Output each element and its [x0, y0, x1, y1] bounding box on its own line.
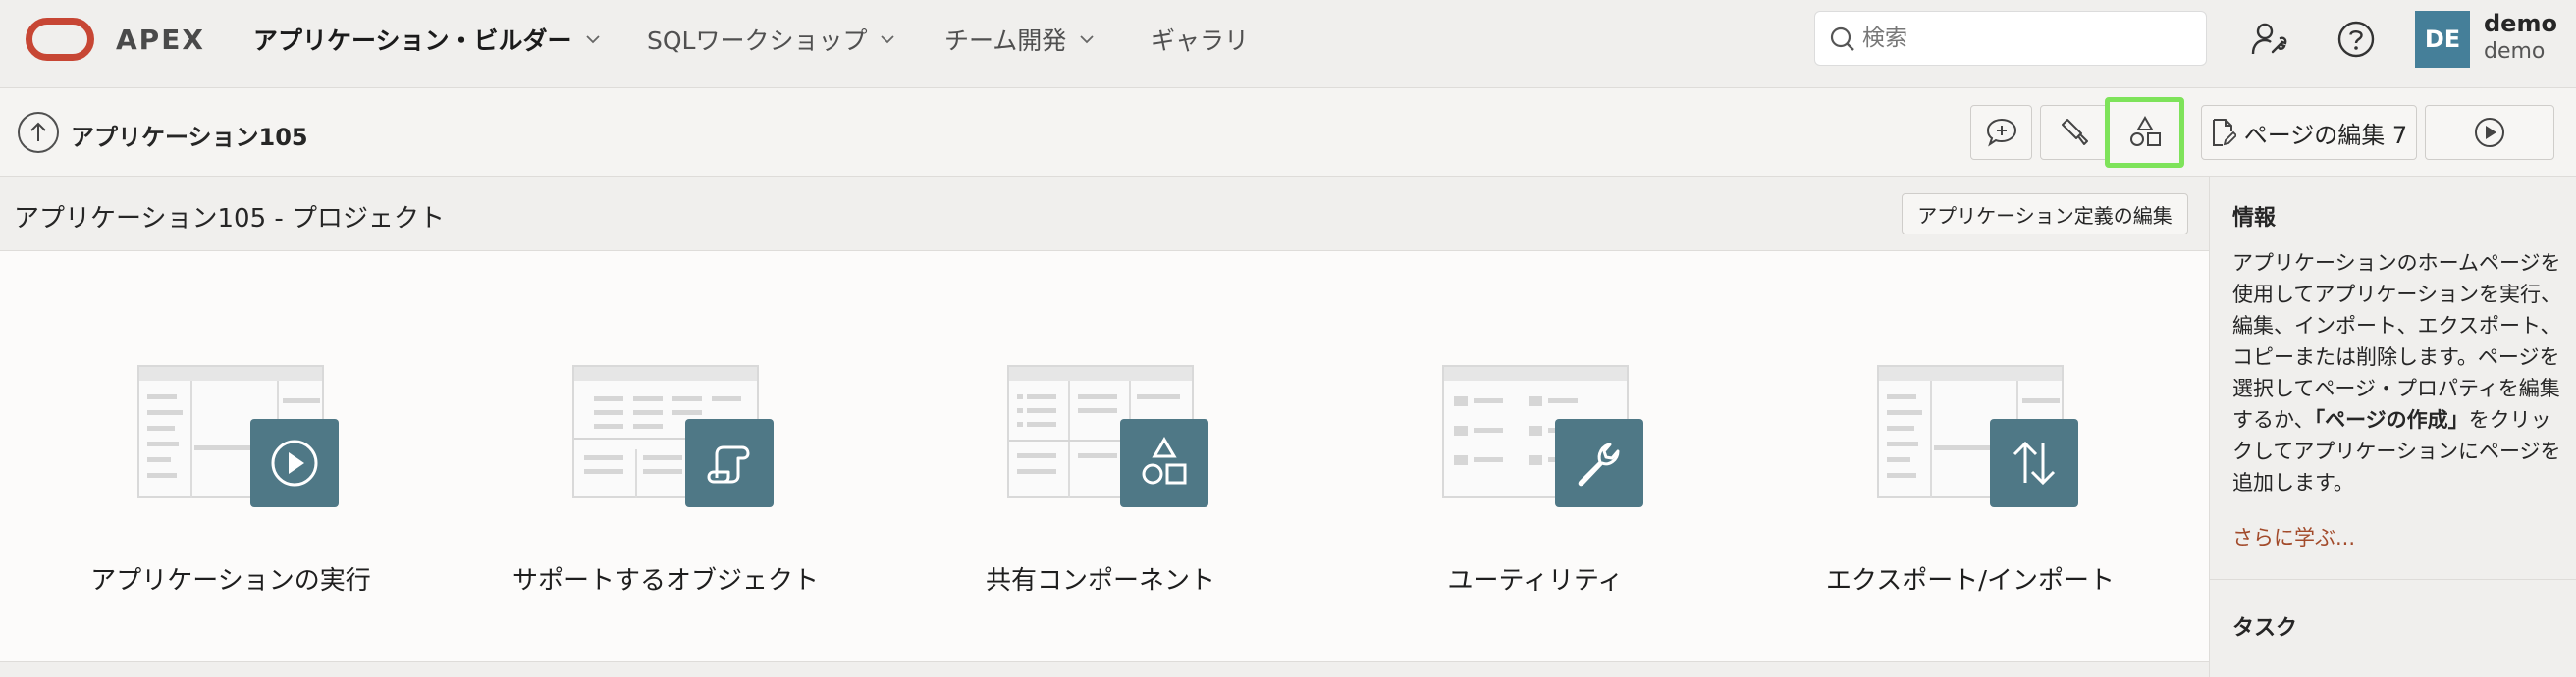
shapes-icon — [1142, 437, 1187, 485]
sidebar-divider — [2210, 579, 2576, 580]
user-name[interactable]: demo — [2484, 10, 2557, 37]
brush-icon — [2062, 119, 2088, 145]
chevron-down-icon — [881, 35, 895, 44]
search-icon — [1830, 26, 1854, 51]
tile-shared-components[interactable]: 共有コンポーネント — [870, 251, 1302, 661]
edit-application-definition-button[interactable]: アプリケーション定義の編集 — [1902, 193, 2188, 234]
nav-sql-workshop[interactable]: SQLワークショップ — [647, 22, 896, 57]
tasks-heading: タスク — [2232, 616, 2298, 641]
comment-icon — [1986, 118, 2016, 147]
utilities-button[interactable] — [2040, 105, 2109, 160]
transfer-icon — [2012, 441, 2056, 486]
app-home-tiles: アプリケーションの実行 サポートするオブジェクト 共有コンポーネント ユーティリ… — [0, 251, 2209, 661]
top-header: APEX アプリケーション・ビルダー SQLワークショップ チーム開発 ギャラリ — [0, 0, 2576, 88]
tile-icon-badge — [250, 419, 339, 507]
administration-icon[interactable] — [2248, 18, 2291, 61]
comments-button[interactable] — [1970, 105, 2032, 160]
nav-app-builder-label: アプリケーション・ビルダー — [253, 26, 572, 55]
nav-team-development[interactable]: チーム開発 — [944, 22, 1096, 57]
tile-supporting-objects[interactable]: サポートするオブジェクト — [435, 251, 867, 661]
tile-label: ユーティリティ — [1447, 566, 1624, 596]
tile-icon-badge — [1990, 419, 2078, 507]
chevron-down-icon — [585, 35, 600, 44]
avatar[interactable]: DE — [2415, 11, 2470, 68]
wrench-icon — [1578, 443, 1620, 487]
app-brand[interactable]: APEX — [116, 24, 205, 56]
page-toolbar: アプリケーション105 ページの編集 7 — [0, 88, 2576, 177]
shared-components-button[interactable] — [2105, 97, 2184, 168]
tile-label: エクスポート/インポート — [1826, 566, 2115, 596]
oracle-logo[interactable] — [26, 18, 94, 61]
tile-run-application[interactable]: アプリケーションの実行 — [0, 251, 432, 661]
tile-icon-badge — [685, 419, 774, 507]
tile-label: アプリケーションの実行 — [90, 566, 371, 596]
nav-sql-workshop-label: SQLワークショップ — [647, 26, 868, 55]
breadcrumb: アプリケーション105 — [71, 124, 308, 151]
tile-label: 共有コンポーネント — [985, 566, 1215, 596]
chevron-down-icon — [1080, 35, 1094, 44]
nav-gallery-label: ギャラリ — [1151, 26, 1250, 55]
info-sidebar: 情報 アプリケーションのホームページを使用してアプリケーションを実行、編集、イン… — [2209, 177, 2576, 677]
edit-page-button[interactable]: ページの編集 7 — [2201, 105, 2417, 160]
shapes-icon — [2129, 116, 2161, 146]
run-icon — [2475, 118, 2504, 147]
user-workspace: demo — [2484, 39, 2546, 64]
scroll-icon — [707, 445, 750, 484]
tile-export-import[interactable]: エクスポート/インポート — [1740, 251, 2172, 661]
nav-gallery[interactable]: ギャラリ — [1151, 22, 1249, 57]
info-text-pre: アプリケーションのホームページを使用してアプリケーションを実行、編集、インポート… — [2232, 251, 2561, 432]
tile-label: サポートするオブジェクト — [511, 566, 819, 596]
edit-page-label: ページの編集 7 — [2243, 121, 2408, 149]
search-input[interactable] — [1862, 22, 2186, 55]
edit-page-icon — [2212, 119, 2236, 146]
info-text-bold: 「ページの作成」 — [2314, 408, 2469, 432]
info-heading: 情報 — [2232, 206, 2277, 231]
arrow-up-icon — [30, 122, 46, 141]
region-footer — [0, 661, 2209, 677]
help-icon[interactable] — [2334, 18, 2378, 61]
region-header: アプリケーション105 - プロジェクト アプリケーション定義の編集 — [0, 177, 2209, 251]
tile-icon-badge — [1555, 419, 1643, 507]
nav-team-development-label: チーム開発 — [944, 26, 1067, 55]
tile-icon-badge — [1120, 419, 1208, 507]
search-box[interactable] — [1814, 11, 2207, 66]
run-page-button[interactable] — [2425, 105, 2554, 160]
info-text: アプリケーションのホームページを使用してアプリケーションを実行、編集、インポート… — [2232, 247, 2561, 498]
nav-app-builder[interactable]: アプリケーション・ビルダー — [253, 22, 602, 57]
play-icon — [271, 440, 318, 487]
tile-utilities[interactable]: ユーティリティ — [1305, 251, 1737, 661]
page-title: アプリケーション105 - プロジェクト — [14, 204, 446, 234]
navigate-up-button[interactable] — [18, 112, 59, 153]
learn-more-link[interactable]: さらに学ぶ... — [2232, 522, 2355, 551]
